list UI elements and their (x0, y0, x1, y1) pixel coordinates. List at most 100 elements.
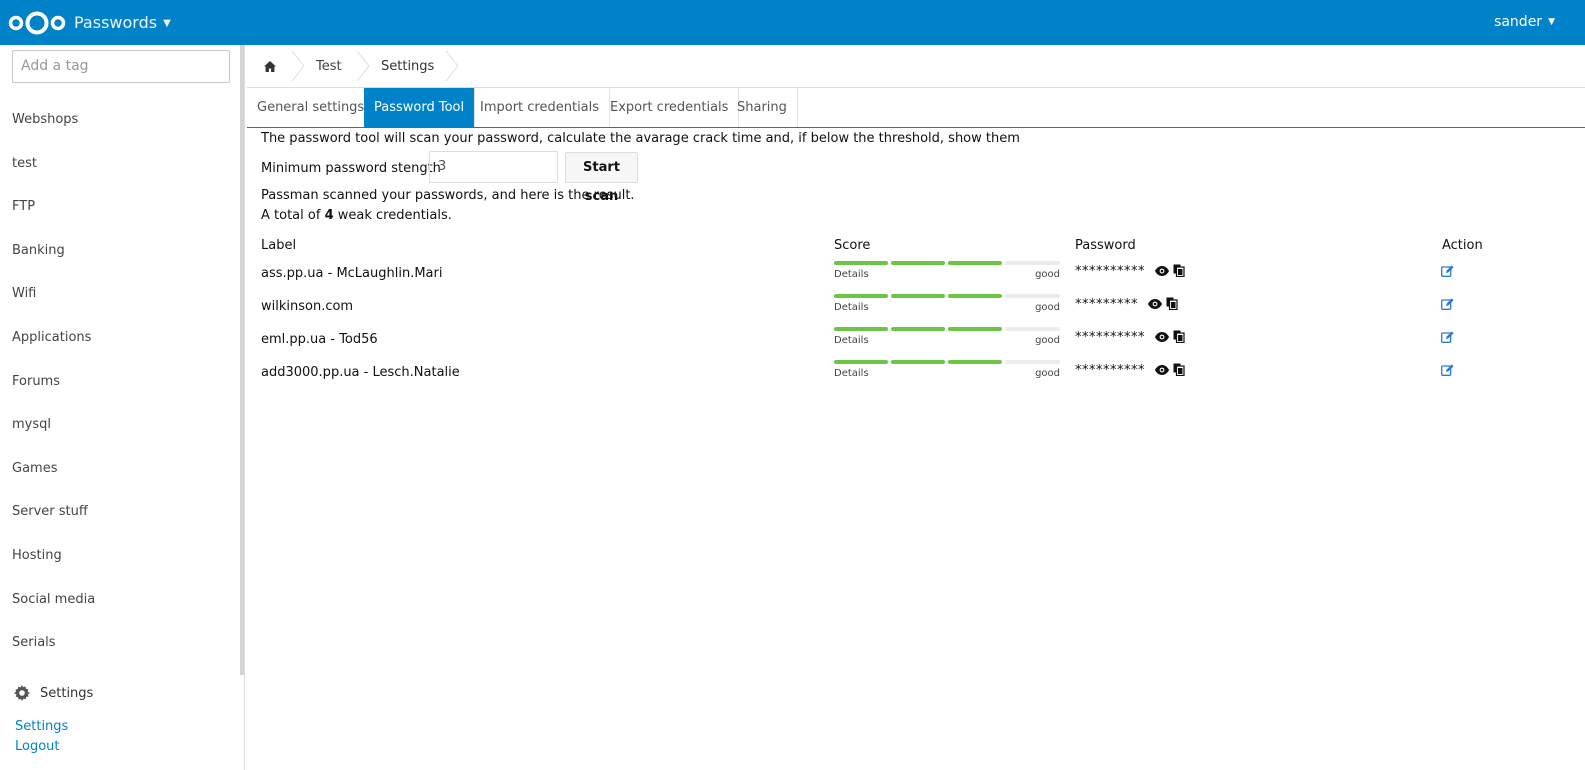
score-bar-segment (1005, 294, 1060, 298)
score-details-link[interactable]: Details (834, 269, 869, 280)
edit-button[interactable] (1441, 265, 1454, 281)
column-header-score: Score (834, 238, 871, 253)
settings-title-label: Settings (40, 685, 94, 701)
tag-item[interactable]: Games (0, 447, 240, 491)
score-word: good (1035, 335, 1060, 346)
copy-icon[interactable] (1166, 297, 1178, 310)
start-scan-button[interactable]: Start scan (565, 152, 638, 204)
score-bar-segment (834, 327, 888, 331)
eye-icon[interactable] (1148, 298, 1162, 309)
app-menu[interactable]: Passwords ▼ (74, 13, 171, 32)
min-strength-input[interactable]: 3 (429, 151, 558, 183)
home-icon[interactable] (264, 61, 276, 72)
password-masked: ********** (1075, 363, 1145, 378)
score-bar-segment (948, 294, 1002, 298)
password-actions (1155, 264, 1189, 277)
score-details-link[interactable]: Details (834, 368, 869, 379)
score-bar (834, 360, 1060, 364)
sidebar-scrollbar[interactable] (240, 45, 244, 675)
score-details-link[interactable]: Details (834, 335, 869, 346)
edit-button[interactable] (1441, 298, 1454, 314)
tag-item[interactable]: Forums (0, 360, 240, 404)
top-header: Passwords ▼ sander ▼ (0, 0, 1585, 45)
tag-input[interactable]: Add a tag (12, 50, 230, 83)
column-header-action: Action (1442, 238, 1483, 253)
password-actions (1148, 297, 1182, 310)
tag-item[interactable]: Social media (0, 578, 240, 622)
tag-list: Webshops test FTP Banking Wifi Applications Fo… (0, 98, 240, 665)
table-row: add3000.pp.ua - Lesch.Natalie Details go… (261, 357, 1511, 390)
edit-icon (1441, 331, 1454, 343)
min-strength-label: Minimum password stength (261, 161, 441, 176)
edit-icon (1441, 364, 1454, 376)
tab-export-credentials[interactable]: Export credentials (600, 88, 740, 127)
tab-import-credentials[interactable]: Import credentials (470, 88, 611, 127)
result-suffix: weak credentials. (337, 208, 452, 223)
copy-icon[interactable] (1173, 363, 1185, 376)
password-actions (1155, 330, 1189, 343)
breadcrumb: Test Settings (247, 45, 1585, 88)
breadcrumb-separator-icon (356, 51, 370, 81)
sidebar-link-logout[interactable]: Logout (15, 739, 60, 754)
tab-sharing[interactable]: Sharing (727, 88, 798, 127)
tag-item[interactable]: FTP (0, 185, 240, 229)
tag-item[interactable]: Wifi (0, 272, 240, 316)
eye-icon[interactable] (1155, 364, 1169, 375)
user-name: sander (1494, 14, 1543, 30)
column-header-password: Password (1075, 238, 1136, 253)
result-prefix: A total of (261, 208, 321, 223)
weak-count: 4 (324, 208, 334, 223)
score-bar-segment (834, 261, 888, 265)
tag-item[interactable]: mysql (0, 403, 240, 447)
score-bar-segment (1005, 327, 1060, 331)
score-bar-segment (948, 261, 1002, 265)
scan-result-summary: A total of 4 weak credentials. (261, 208, 452, 223)
user-menu[interactable]: sander ▼ (1494, 14, 1555, 30)
breadcrumb-item-settings[interactable]: Settings (381, 45, 434, 88)
sidebar: Add a tag Webshops test FTP Banking Wifi Appl… (0, 45, 245, 770)
table-row: ass.pp.ua - McLaughlin.Mari Details good… (261, 258, 1511, 291)
credential-label[interactable]: ass.pp.ua - McLaughlin.Mari (261, 266, 442, 281)
credential-label[interactable]: add3000.pp.ua - Lesch.Natalie (261, 365, 460, 380)
chevron-down-icon: ▼ (163, 18, 171, 29)
tag-item[interactable]: test (0, 142, 240, 186)
settings-section-title[interactable]: Settings (14, 685, 93, 701)
column-header-label: Label (261, 238, 297, 253)
score-bar-segment (834, 294, 888, 298)
tag-item[interactable]: Serials (0, 621, 240, 665)
breadcrumb-separator-icon (445, 51, 459, 81)
edit-button[interactable] (1441, 364, 1454, 380)
score-bar-segment (948, 360, 1002, 364)
credential-label[interactable]: wilkinson.com (261, 299, 353, 314)
score-details-link[interactable]: Details (834, 302, 869, 313)
score-word: good (1035, 269, 1060, 280)
tag-item[interactable]: Applications (0, 316, 240, 360)
tag-item[interactable]: Webshops (0, 98, 240, 142)
score-bar (834, 261, 1060, 265)
tab-general-settings[interactable]: General settings (247, 88, 376, 127)
breadcrumb-separator-icon (291, 51, 305, 81)
copy-icon[interactable] (1173, 264, 1185, 277)
tag-item[interactable]: Banking (0, 229, 240, 273)
tab-password-tool[interactable]: Password Tool (364, 88, 476, 127)
sidebar-link-settings[interactable]: Settings (15, 719, 68, 734)
settings-tabs: General settings Password Tool Import cr… (247, 88, 1585, 128)
score-word: good (1035, 368, 1060, 379)
score-word: good (1035, 302, 1060, 313)
breadcrumb-item-test[interactable]: Test (316, 45, 342, 88)
score-bar-segment (1005, 261, 1060, 265)
eye-icon[interactable] (1155, 331, 1169, 342)
eye-icon[interactable] (1155, 265, 1169, 276)
score-bar-segment (834, 360, 888, 364)
tag-item[interactable]: Hosting (0, 534, 240, 578)
tag-item[interactable]: Server stuff (0, 490, 240, 534)
nextcloud-logo-icon[interactable] (8, 10, 66, 36)
copy-icon[interactable] (1173, 330, 1185, 343)
score-bar (834, 294, 1060, 298)
credential-label[interactable]: eml.pp.ua - Tod56 (261, 332, 378, 347)
table-row: eml.pp.ua - Tod56 Details good *********… (261, 324, 1511, 357)
scan-result-text: Passman scanned your passwords, and here… (261, 188, 635, 203)
score-bar-segment (891, 294, 945, 298)
password-actions (1155, 363, 1189, 376)
edit-button[interactable] (1441, 331, 1454, 347)
